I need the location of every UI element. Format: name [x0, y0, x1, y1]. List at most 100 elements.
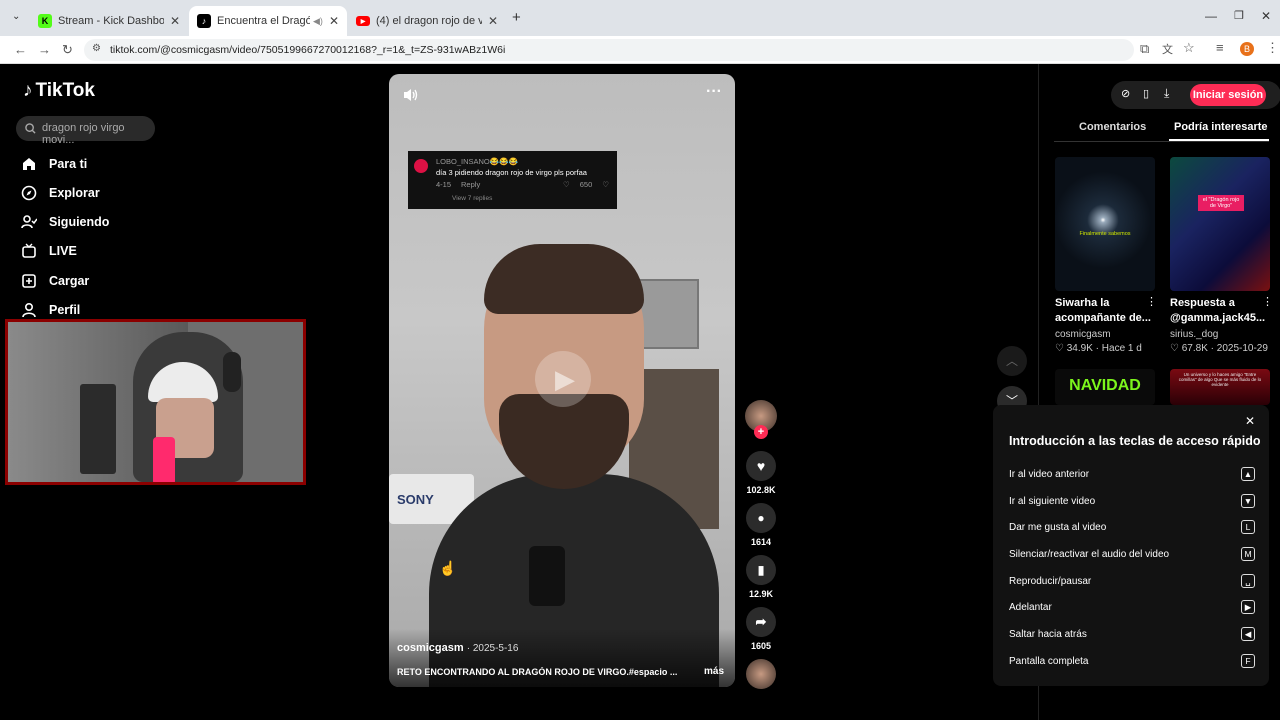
video-author[interactable]: cosmicgasm: [397, 642, 464, 654]
tab-comentarios[interactable]: Comentarios: [1079, 121, 1146, 133]
nav-cargar[interactable]: Cargar: [21, 273, 89, 289]
comment-text: día 3 pidiendo dragon rojo de virgo pls …: [436, 168, 587, 177]
shortcut-label: Ir al video anterior: [1009, 468, 1090, 480]
tab-podria-interesarte[interactable]: Podría interesarte: [1174, 121, 1268, 133]
minimize-button[interactable]: —: [1205, 9, 1217, 23]
more-link[interactable]: más: [704, 666, 724, 677]
login-button[interactable]: Iniciar sesión: [1190, 84, 1266, 106]
tiktok-icon: ♪: [197, 14, 211, 28]
play-button[interactable]: ▶: [535, 351, 591, 407]
video-user[interactable]: cosmicgasm: [1055, 329, 1165, 340]
mobile-icon[interactable]: ▯: [1143, 87, 1149, 100]
like-action[interactable]: ♥ 102.8K: [745, 451, 777, 495]
comment-date: 4-15: [436, 180, 452, 189]
tab-kick-dashboard[interactable]: K Stream - Kick Dashboard ✕: [30, 6, 188, 36]
save-action[interactable]: ▮ 12.9K: [745, 555, 777, 599]
shortcut-row: Silenciar/reactivar el audio del video M: [1009, 547, 1255, 561]
comment-user: LOBO_INSANO😂😂😂: [436, 157, 518, 166]
window-close-button[interactable]: ✕: [1261, 9, 1271, 23]
restore-button[interactable]: ❐: [1234, 9, 1244, 22]
browser-tab-bar: ⌄ K Stream - Kick Dashboard ✕ ♪ Encuentr…: [0, 0, 1280, 36]
video-stats: ♡ 67.8K · 2025-10-29: [1170, 343, 1280, 354]
shortcut-row: Pantalla completa F: [1009, 654, 1255, 668]
video-player[interactable]: SONY ··· LOBO_INSANO😂😂😂 día 3 pidiendo d…: [389, 74, 735, 687]
sound-avatar[interactable]: [746, 659, 776, 689]
following-icon: [21, 215, 37, 229]
more-options-icon[interactable]: ⋮: [1262, 295, 1273, 308]
nav-live[interactable]: LIVE: [21, 243, 77, 259]
follow-plus-icon[interactable]: +: [754, 425, 768, 439]
video-likes: 67.8K: [1181, 343, 1208, 354]
bookmark-star-icon[interactable]: ☆: [1183, 40, 1195, 56]
translate-icon[interactable]: 文: [1162, 41, 1173, 57]
nav-label: LIVE: [49, 244, 77, 258]
video-title[interactable]: Respuesta a @gamma.jack45...: [1170, 296, 1270, 326]
nav-siguiendo[interactable]: Siguiendo: [21, 214, 109, 230]
home-icon: [23, 158, 35, 170]
key-left-icon: ◀: [1241, 627, 1255, 641]
url-input[interactable]: ⚙ tiktok.com/@cosmicgasm/video/750519966…: [84, 39, 1134, 61]
shortcut-label: Dar me gusta al video: [1009, 521, 1107, 533]
top-toolbar: ⊘ ▯ ⤓ Iniciar sesión: [1111, 81, 1280, 109]
shortcut-label: Pantalla completa: [1009, 655, 1089, 667]
video-date: · 2025-5-16: [466, 643, 519, 654]
video-thumbnail[interactable]: NAVIDAD: [1055, 369, 1155, 405]
share-action[interactable]: ➦ 1605: [745, 607, 777, 651]
more-options-icon[interactable]: ···: [706, 83, 722, 101]
key-up-icon: ▲: [1241, 467, 1255, 481]
close-icon[interactable]: ✕: [488, 14, 498, 28]
forward-icon[interactable]: →: [38, 42, 51, 57]
previous-video-button[interactable]: ︿: [997, 346, 1027, 376]
shortcuts-popup: ✕ Introducción a las teclas de acceso rá…: [993, 405, 1269, 686]
save-count: 12.9K: [748, 589, 774, 599]
nav-label: Siguiendo: [49, 215, 110, 229]
comment-action[interactable]: ● 1614: [745, 503, 777, 547]
heart-icon: ♡: [1055, 343, 1064, 354]
profile-avatar[interactable]: B: [1240, 42, 1254, 56]
video-thumbnail[interactable]: Finalmente sabemos: [1055, 157, 1155, 291]
key-f-icon: F: [1241, 654, 1255, 668]
nav-explorar[interactable]: Explorar: [21, 185, 100, 201]
site-info-icon[interactable]: ⚙: [92, 43, 101, 54]
close-icon[interactable]: ✕: [1245, 414, 1255, 428]
volume-icon[interactable]: [403, 88, 419, 102]
comment-count: 1614: [750, 537, 772, 547]
video-stats: ♡ 34.9K · Hace 1 d: [1055, 343, 1165, 354]
install-icon[interactable]: ⧉: [1140, 41, 1149, 57]
profile-icon: [22, 302, 36, 318]
thumbnail-caption: Un universo y lo haces amigo "Entre comi…: [1178, 372, 1262, 387]
shortcut-row: Saltar hacia atrás ◀: [1009, 627, 1255, 641]
reload-icon[interactable]: ↻: [62, 42, 73, 58]
kick-icon: K: [38, 14, 52, 28]
tab-tiktok[interactable]: ♪ Encuentra el Dragón Rojo d ◀) ✕: [189, 6, 347, 36]
nav-label: Explorar: [49, 186, 100, 200]
close-icon[interactable]: ✕: [170, 14, 180, 28]
shortcut-row: Ir al video anterior ▲: [1009, 467, 1255, 481]
nav-label: Perfil: [49, 303, 81, 317]
media-controls-icon[interactable]: ≡: [1216, 40, 1224, 55]
shortcut-label: Silenciar/reactivar el audio del video: [1009, 548, 1170, 560]
tiktok-logo[interactable]: ♪ TikTok: [23, 80, 95, 102]
nav-perfil[interactable]: Perfil: [21, 302, 80, 318]
back-icon[interactable]: ←: [14, 42, 27, 57]
pc-tower: [80, 384, 116, 474]
commenter-avatar: [414, 159, 428, 173]
tab-search-dropdown-icon[interactable]: ⌄: [12, 11, 20, 22]
video-user[interactable]: sirius._dog: [1170, 329, 1280, 340]
comment-reply: Reply: [461, 180, 481, 189]
audio-icon[interactable]: ◀): [313, 16, 323, 27]
video-thumbnail[interactable]: el "Dragón rojo de Virgo": [1170, 157, 1270, 291]
search-input[interactable]: dragon rojo virgo movi...: [16, 116, 155, 146]
new-tab-button[interactable]: +: [512, 9, 521, 26]
video-title[interactable]: Siwarha la acompañante de...: [1055, 296, 1155, 326]
tab-youtube[interactable]: ▶ (4) el dragon rojo de virgo - Yo ✕: [348, 6, 506, 36]
download-icon[interactable]: ⤓: [1164, 86, 1169, 101]
video-thumbnail[interactable]: Un universo y lo haces amigo "Entre comi…: [1170, 369, 1270, 405]
menu-icon[interactable]: ⋮: [1266, 40, 1279, 56]
thumbnail-caption: el "Dragón rojo de Virgo": [1198, 195, 1244, 211]
compass-icon[interactable]: ⊘: [1121, 87, 1130, 100]
webcam-overlay: [5, 319, 306, 485]
close-icon[interactable]: ✕: [329, 14, 339, 28]
more-options-icon[interactable]: ⋮: [1146, 295, 1157, 308]
nav-para-ti[interactable]: Para ti: [21, 156, 87, 172]
